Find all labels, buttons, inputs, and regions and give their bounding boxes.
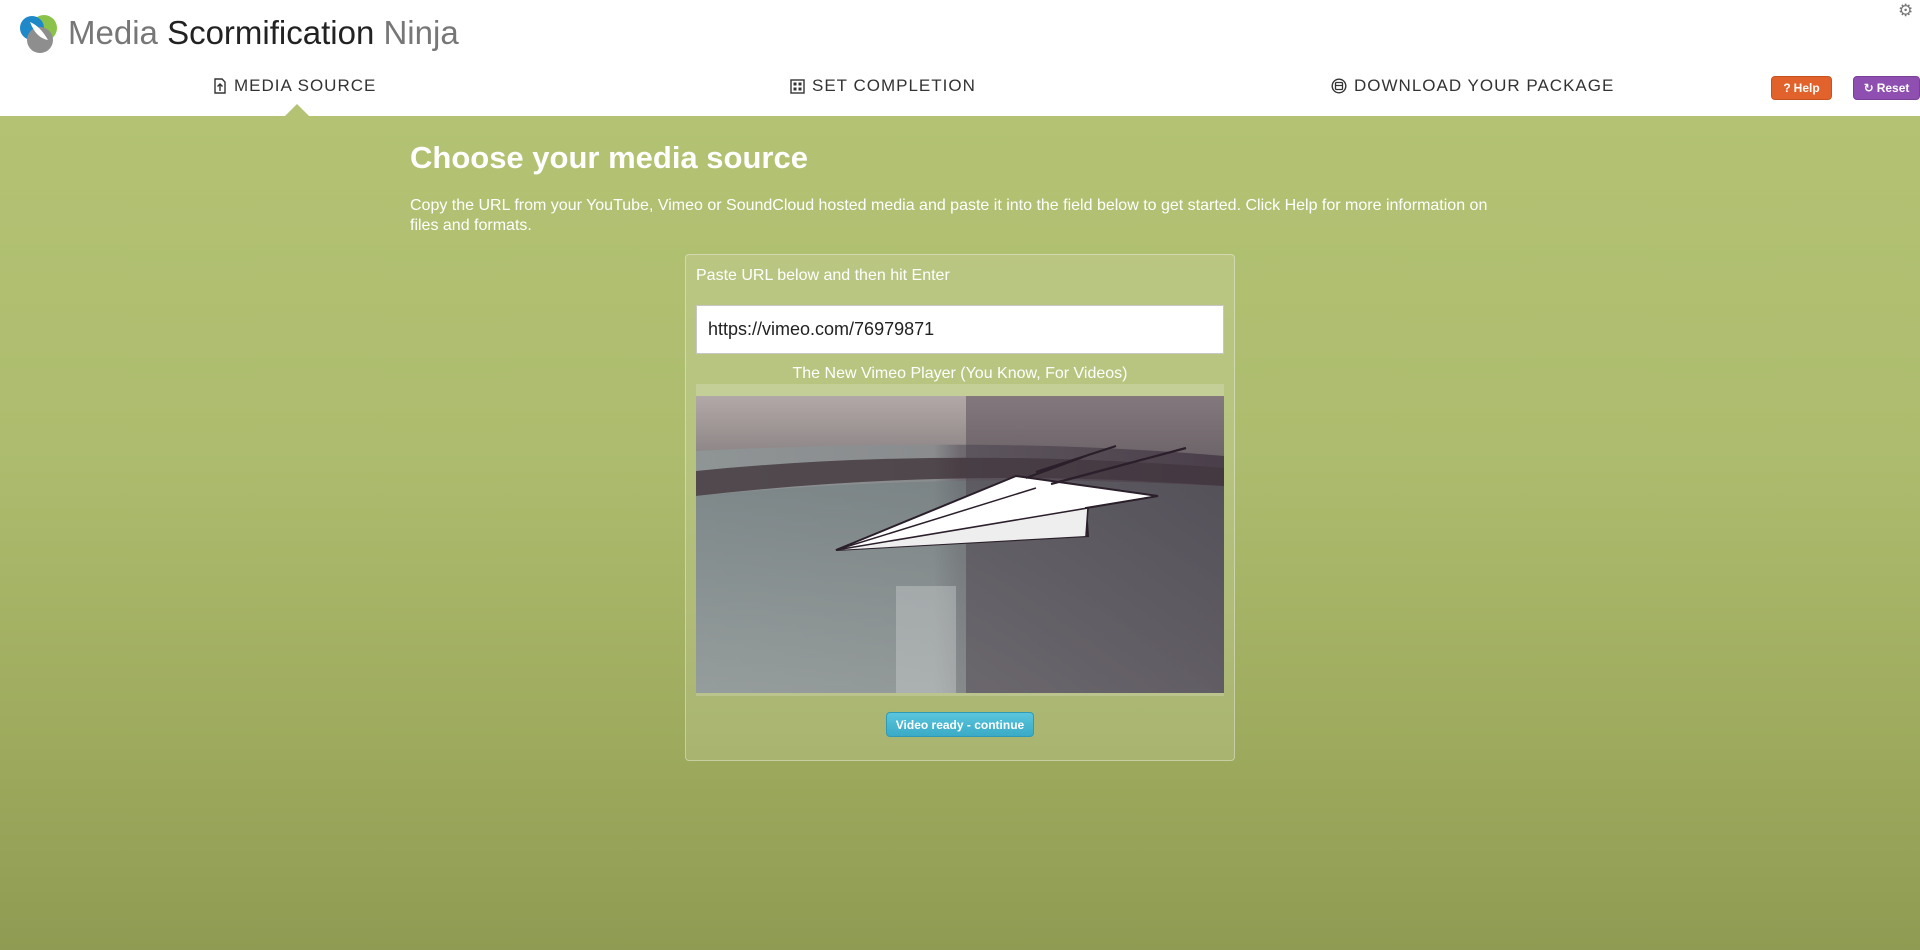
reset-button-label: Reset [1876,81,1910,95]
app-header: Media Scormification Ninja ⚙ MEDIA SOURC… [0,0,1920,116]
reset-icon: ↻ [1863,81,1874,95]
package-icon [1331,78,1347,94]
app-logo-icon [20,15,57,53]
app-title-part2: Scormification [167,14,375,51]
tab-download-package[interactable]: DOWNLOAD YOUR PACKAGE [1331,74,1614,98]
app-title: Media Scormification Ninja [68,13,459,53]
upload-file-icon [214,78,226,94]
url-input[interactable] [696,305,1224,354]
url-field-label: Paste URL below and then hit Enter [696,267,950,284]
tab-media-source[interactable]: MEDIA SOURCE [213,74,376,98]
help-button-label: Help [1793,81,1820,95]
calculator-icon [790,78,805,94]
video-player[interactable] [696,396,1224,693]
tab-set-completion[interactable]: SET COMPLETION [790,74,976,98]
help-button[interactable]: ? Help [1771,76,1832,100]
question-icon: ? [1783,81,1791,95]
main-content: Choose your media source Copy the URL fr… [0,116,1920,950]
video-thumbnail [696,396,1224,693]
tab-download-package-label: DOWNLOAD YOUR PACKAGE [1354,76,1615,95]
app-title-part3: Ninja [383,14,459,51]
reset-button[interactable]: ↻ Reset [1853,76,1920,100]
media-source-panel: Paste URL below and then hit Enter The N… [685,254,1235,761]
active-tab-pointer [285,104,309,116]
tab-set-completion-label: SET COMPLETION [812,76,976,95]
video-title: The New Vimeo Player (You Know, For Vide… [792,365,1128,382]
intro-text: Copy the URL from your YouTube, Vimeo or… [410,197,1488,234]
page-title: Choose your media source [410,140,808,175]
tab-media-source-label: MEDIA SOURCE [234,76,377,95]
app-title-part1: Media [68,14,158,51]
gear-icon[interactable]: ⚙ [1898,2,1916,20]
video-ready-continue-button[interactable]: Video ready - continue [886,712,1034,737]
